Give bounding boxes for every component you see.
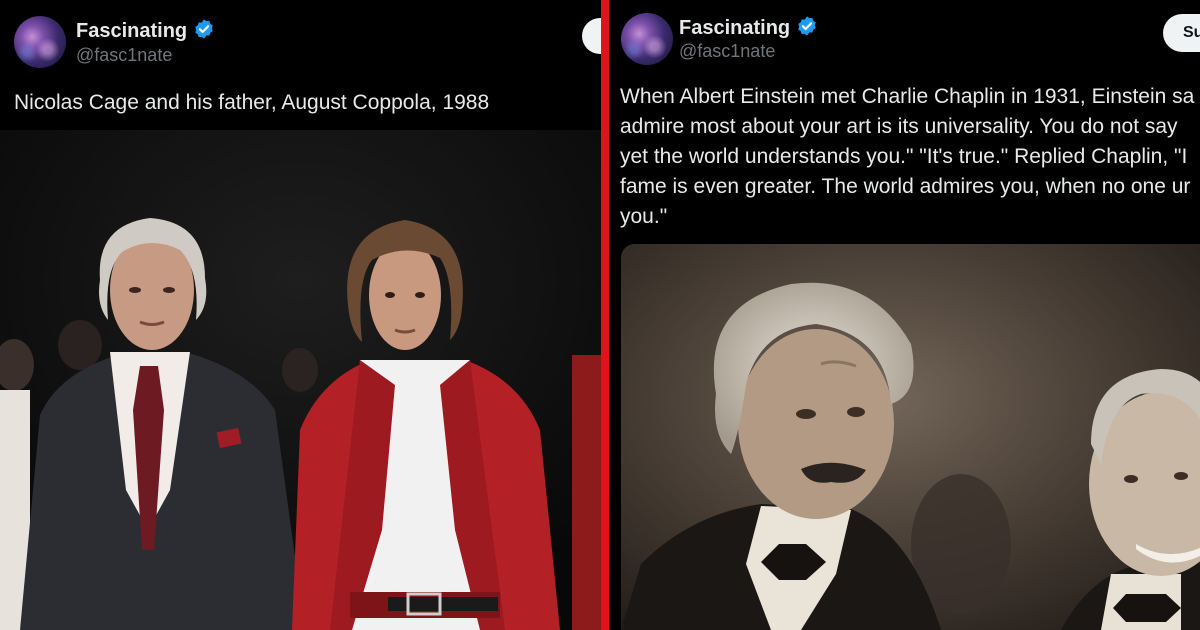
photo-einstein-and-chaplin (621, 244, 1200, 630)
left-tweet-panel: Fascinating @fasc1nate Nicolas Cage and … (0, 0, 601, 630)
author-handle[interactable]: @fasc1nate (76, 45, 172, 66)
verified-badge-icon (195, 19, 213, 39)
photo-nicolas-cage-and-father (0, 130, 601, 630)
tweet-text-line: yet the world understands you." "It's tr… (620, 145, 1188, 168)
author-name-text[interactable]: Fascinating (76, 20, 187, 42)
tweet-text-line: you." (620, 205, 668, 228)
author-name-text[interactable]: Fascinating (679, 17, 790, 39)
author-name[interactable]: Fascinating (76, 18, 215, 43)
tweet-photo[interactable] (0, 130, 601, 630)
follow-button[interactable] (582, 18, 601, 54)
author-name[interactable]: Fascinating (679, 15, 818, 40)
author-handle[interactable]: @fasc1nate (679, 41, 775, 62)
tweet-photo[interactable] (621, 244, 1200, 630)
right-tweet-panel: Fascinating @fasc1nate Su When Albert Ei… (609, 0, 1200, 630)
avatar[interactable] (621, 13, 673, 65)
subscribe-button[interactable]: Su (1163, 14, 1200, 52)
verified-badge-icon (798, 16, 816, 36)
tweet-text-line: admire most about your art is its univer… (620, 115, 1178, 138)
tweet-text-line: When Albert Einstein met Charlie Chaplin… (620, 85, 1195, 108)
tweet-text-line: fame is even greater. The world admires … (620, 175, 1191, 198)
tweet-text: Nicolas Cage and his father, August Copp… (14, 91, 490, 114)
avatar[interactable] (14, 16, 66, 68)
divider (601, 0, 609, 630)
